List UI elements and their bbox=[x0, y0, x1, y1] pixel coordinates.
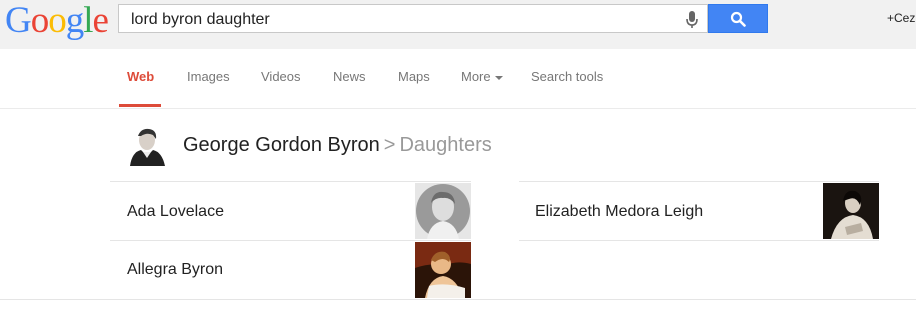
tab-more-label: More bbox=[461, 69, 491, 84]
tab-search-tools[interactable]: Search tools bbox=[531, 69, 603, 84]
elizabeth-medora-leigh-portrait bbox=[823, 183, 879, 239]
ada-lovelace-portrait bbox=[415, 183, 471, 239]
chevron-down-icon bbox=[494, 75, 503, 80]
logo-letter: e bbox=[92, 0, 109, 41]
tab-more[interactable]: More bbox=[461, 69, 503, 84]
entity-link[interactable]: George Gordon Byron bbox=[183, 134, 380, 156]
top-bar: Google +Cez bbox=[0, 0, 916, 49]
logo-letter: l bbox=[83, 0, 93, 41]
allegra-byron-portrait bbox=[415, 242, 471, 298]
search-icon bbox=[730, 11, 746, 27]
logo-letter: G bbox=[5, 0, 32, 41]
divider bbox=[110, 240, 471, 241]
search-tabs: Web Images Videos News Maps More Search … bbox=[0, 49, 916, 109]
divider bbox=[110, 181, 471, 182]
search-input[interactable] bbox=[129, 5, 673, 34]
tab-images[interactable]: Images bbox=[187, 69, 230, 84]
microphone-icon[interactable] bbox=[684, 10, 700, 30]
divider bbox=[519, 240, 879, 241]
search-button[interactable] bbox=[708, 4, 768, 33]
tab-maps[interactable]: Maps bbox=[398, 69, 430, 84]
user-profile-link[interactable]: +Cez bbox=[887, 11, 915, 25]
byron-portrait-thumbnail[interactable] bbox=[127, 126, 167, 166]
tab-videos[interactable]: Videos bbox=[261, 69, 301, 84]
logo-letter: o bbox=[30, 0, 49, 41]
google-logo[interactable]: Google bbox=[5, 0, 109, 41]
item-name: Elizabeth Medora Leigh bbox=[535, 203, 704, 220]
search-box bbox=[118, 4, 708, 34]
item-name: Ada Lovelace bbox=[127, 203, 224, 220]
relation-label: Daughters bbox=[399, 134, 492, 156]
active-tab-indicator bbox=[119, 104, 161, 107]
tab-news[interactable]: News bbox=[333, 69, 366, 84]
chevron-right-icon: > bbox=[383, 134, 396, 156]
tab-web[interactable]: Web bbox=[127, 69, 154, 84]
logo-letter: o bbox=[48, 0, 66, 41]
section-divider bbox=[0, 299, 916, 300]
divider bbox=[519, 181, 879, 182]
item-name: Allegra Byron bbox=[127, 261, 224, 278]
knowledge-breadcrumb: George Gordon Byron > Daughters bbox=[183, 134, 492, 157]
logo-letter: g bbox=[65, 0, 84, 41]
